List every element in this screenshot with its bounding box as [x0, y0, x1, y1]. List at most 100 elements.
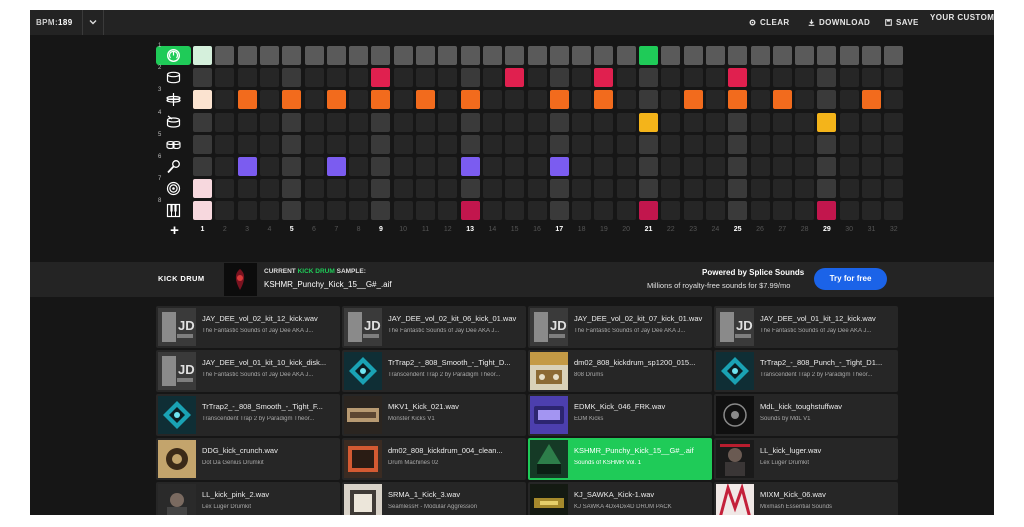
step-cell-r6-s6[interactable]: [304, 157, 324, 176]
step-cell-r4-s21[interactable]: [639, 112, 658, 132]
step-cell-r2-s27[interactable]: [772, 68, 792, 88]
step-cell-r7-s8[interactable]: [349, 179, 369, 199]
step-cell-r5-s32[interactable]: [884, 134, 904, 154]
step-cell-r2-s10[interactable]: [393, 68, 413, 88]
step-cell-r4-s12[interactable]: [438, 112, 458, 132]
step-cell-r6-s32[interactable]: [884, 157, 904, 176]
step-cell-r4-s4[interactable]: [259, 112, 279, 132]
step-cell-r6-s28[interactable]: [795, 157, 815, 176]
sample-card[interactable]: JD JAY_DEE_vol_01_kit_12_kick.wav The Fant…: [714, 306, 898, 348]
step-cell-r6-s25[interactable]: [728, 157, 748, 176]
step-cell-r3-s16[interactable]: [527, 90, 547, 110]
step-cell-r7-s11[interactable]: [416, 179, 435, 199]
step-cell-r5-s6[interactable]: [304, 134, 324, 154]
step-cell-r6-s2[interactable]: [215, 157, 235, 176]
step-cell-r8-s10[interactable]: [393, 201, 413, 221]
step-cell-r4-s27[interactable]: [772, 112, 792, 132]
sample-card[interactable]: LL_kick_luger.wav Lex Luger Drumkit: [714, 438, 898, 480]
try-for-free-button[interactable]: Try for free: [814, 268, 887, 290]
step-cell-r2-s1[interactable]: [193, 68, 212, 88]
step-cell-r2-s19[interactable]: [594, 68, 614, 88]
step-cell-r8-s15[interactable]: [505, 201, 525, 221]
step-cell-r3-s11[interactable]: [416, 90, 435, 110]
step-cell-r5-s25[interactable]: [728, 134, 748, 154]
step-cell-r3-s32[interactable]: [884, 90, 904, 110]
download-button[interactable]: DOWNLOAD: [808, 10, 870, 35]
add-row-button[interactable]: +: [167, 223, 182, 238]
step-cell-r8-s16[interactable]: [527, 201, 547, 221]
step-cell-r6-s19[interactable]: [594, 157, 614, 176]
step-cell-r7-s2[interactable]: [215, 179, 235, 199]
step-cell-r1-s14[interactable]: [482, 46, 502, 65]
step-cell-r8-s7[interactable]: [326, 201, 346, 221]
step-cell-r4-s20[interactable]: [616, 112, 636, 132]
step-cell-r7-s7[interactable]: [326, 179, 346, 199]
step-cell-r8-s24[interactable]: [705, 201, 725, 221]
step-cell-r3-s21[interactable]: [639, 90, 658, 110]
step-cell-r7-s10[interactable]: [393, 179, 413, 199]
sample-card[interactable]: MKV1_Kick_021.wav Monster Kicks V1: [342, 394, 526, 436]
step-cell-r8-s17[interactable]: [549, 201, 569, 221]
row-button-4[interactable]: 4: [156, 110, 191, 132]
step-cell-r3-s18[interactable]: [572, 90, 592, 110]
step-cell-r8-s14[interactable]: [482, 201, 502, 221]
step-cell-r2-s22[interactable]: [661, 68, 681, 88]
step-cell-r4-s5[interactable]: [282, 112, 302, 132]
step-cell-r6-s18[interactable]: [572, 157, 592, 176]
step-cell-r2-s3[interactable]: [237, 68, 257, 88]
step-cell-r6-s17[interactable]: [549, 157, 569, 176]
step-cell-r5-s7[interactable]: [326, 134, 346, 154]
step-cell-r4-s9[interactable]: [371, 112, 391, 132]
step-cell-r7-s29[interactable]: [817, 179, 837, 199]
sample-card[interactable]: TrTrap2_-_808_Smooth_-_Tight_F... Transce…: [156, 394, 340, 436]
step-cell-r1-s21[interactable]: [639, 46, 658, 65]
step-cell-r6-s22[interactable]: [661, 157, 681, 176]
step-cell-r2-s16[interactable]: [527, 68, 547, 88]
step-cell-r4-s29[interactable]: [817, 112, 837, 132]
step-cell-r3-s28[interactable]: [795, 90, 815, 110]
step-cell-r8-s27[interactable]: [772, 201, 792, 221]
step-cell-r4-s28[interactable]: [795, 112, 815, 132]
step-cell-r5-s1[interactable]: [193, 134, 212, 154]
step-cell-r1-s17[interactable]: [549, 46, 569, 65]
step-cell-r1-s26[interactable]: [750, 46, 770, 65]
step-cell-r6-s26[interactable]: [750, 157, 770, 176]
step-cell-r4-s3[interactable]: [237, 112, 257, 132]
step-cell-r2-s5[interactable]: [282, 68, 302, 88]
step-cell-r3-s15[interactable]: [505, 90, 525, 110]
step-cell-r1-s12[interactable]: [438, 46, 458, 65]
step-cell-r2-s20[interactable]: [616, 68, 636, 88]
step-cell-r7-s22[interactable]: [661, 179, 681, 199]
step-cell-r3-s1[interactable]: [193, 90, 212, 110]
step-cell-r2-s29[interactable]: [817, 68, 837, 88]
step-cell-r6-s23[interactable]: [683, 157, 703, 176]
step-cell-r8-s29[interactable]: [817, 201, 837, 221]
row-button-8[interactable]: 8: [156, 198, 191, 221]
sample-card[interactable]: KSHMR_Punchy_Kick_15__G#_.aif Sounds of K…: [528, 438, 712, 480]
step-cell-r5-s3[interactable]: [237, 134, 257, 154]
step-cell-r3-s13[interactable]: [460, 90, 480, 110]
step-cell-r2-s15[interactable]: [505, 68, 525, 88]
row-button-2[interactable]: 2: [156, 65, 191, 88]
step-cell-r4-s7[interactable]: [326, 112, 346, 132]
step-cell-r4-s10[interactable]: [393, 112, 413, 132]
your-custom-button[interactable]: YOUR CUSTOM I: [930, 10, 994, 30]
step-cell-r7-s4[interactable]: [259, 179, 279, 199]
step-cell-r4-s6[interactable]: [304, 112, 324, 132]
step-cell-r7-s24[interactable]: [705, 179, 725, 199]
step-cell-r4-s16[interactable]: [527, 112, 547, 132]
step-cell-r4-s31[interactable]: [862, 112, 881, 132]
step-cell-r1-s6[interactable]: [304, 46, 324, 65]
step-cell-r5-s31[interactable]: [862, 134, 881, 154]
step-cell-r5-s23[interactable]: [683, 134, 703, 154]
step-cell-r3-s19[interactable]: [594, 90, 614, 110]
step-cell-r7-s21[interactable]: [639, 179, 658, 199]
step-cell-r2-s31[interactable]: [862, 68, 881, 88]
step-cell-r6-s13[interactable]: [460, 157, 480, 176]
step-cell-r3-s30[interactable]: [839, 90, 859, 110]
step-cell-r1-s10[interactable]: [393, 46, 413, 65]
step-cell-r1-s32[interactable]: [884, 46, 904, 65]
step-cell-r7-s12[interactable]: [438, 179, 458, 199]
step-cell-r6-s27[interactable]: [772, 157, 792, 176]
step-cell-r4-s23[interactable]: [683, 112, 703, 132]
